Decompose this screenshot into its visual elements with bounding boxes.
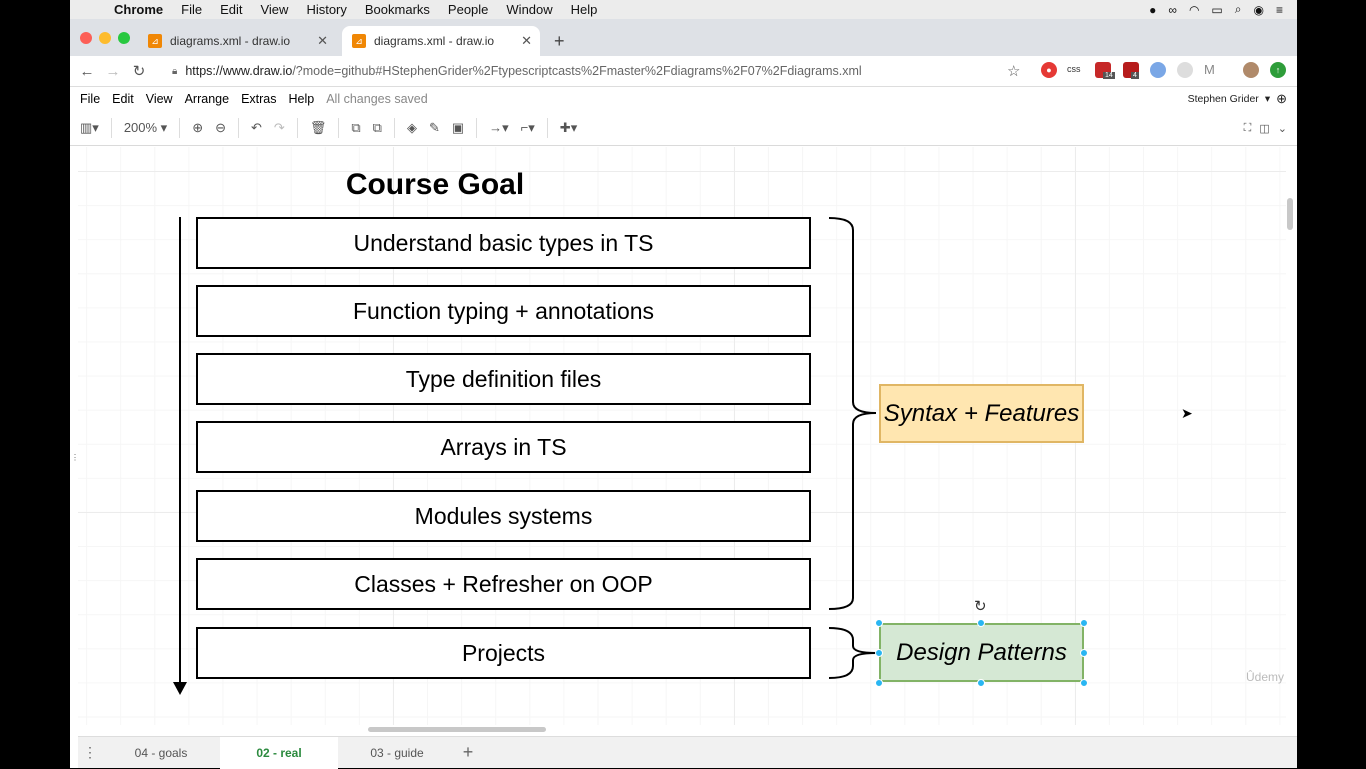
selection-handle[interactable] — [875, 619, 883, 627]
page-tabs: ⋮ 04 - goals 02 - real 03 - guide + — [78, 736, 1297, 769]
selection-handle[interactable] — [875, 649, 883, 657]
selection-handle[interactable] — [875, 679, 883, 687]
curly-braces — [828, 217, 877, 679]
screen: Chrome File Edit View History Bookmarks … — [0, 0, 1366, 769]
mouse-cursor-icon: ➤ — [1181, 405, 1193, 421]
page-tab[interactable]: 04 - goals — [102, 737, 220, 769]
rotate-handle-icon[interactable]: ↻ — [974, 597, 987, 615]
vertical-scrollbar[interactable] — [1287, 198, 1293, 230]
horizontal-scrollbar[interactable] — [368, 727, 546, 732]
selection-handle[interactable] — [1080, 649, 1088, 657]
selection-handle[interactable] — [977, 679, 985, 687]
watermark: Ûdemy — [1246, 670, 1285, 684]
syntax-features-box[interactable]: Syntax + Features — [879, 384, 1084, 443]
design-curly-brace — [828, 627, 877, 679]
sidebar-collapse-handle[interactable]: ⋮ — [71, 453, 79, 462]
pages-menu-icon[interactable]: ⋮ — [78, 744, 102, 761]
design-patterns-box[interactable]: Design Patterns — [879, 623, 1084, 682]
page-tab[interactable]: 03 - guide — [338, 737, 456, 769]
selection-handle[interactable] — [1080, 679, 1088, 687]
selection-handle[interactable] — [977, 619, 985, 627]
add-page-icon[interactable]: + — [456, 742, 480, 763]
page-tab-active[interactable]: 02 - real — [220, 736, 338, 769]
selection-handle[interactable] — [1080, 619, 1088, 627]
syntax-curly-brace — [828, 217, 877, 610]
